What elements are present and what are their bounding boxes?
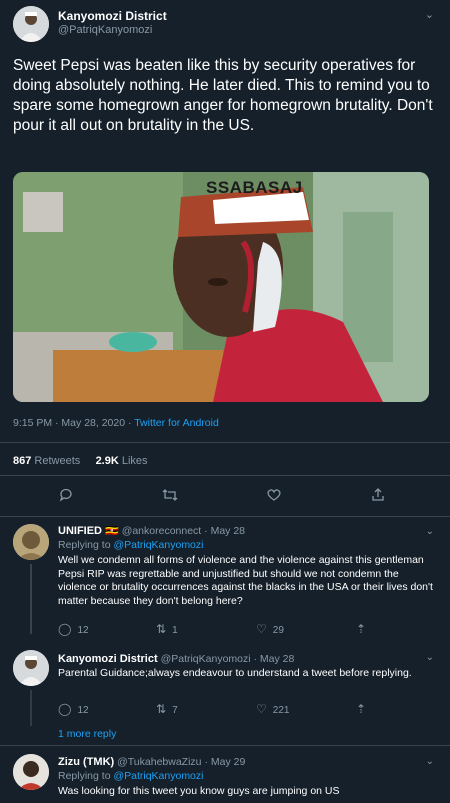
author-name[interactable]: Kanyomozi District [58, 9, 167, 23]
reply-avatar[interactable] [13, 754, 49, 790]
reply-author-handle[interactable]: @PatriqKanyomozi [161, 653, 251, 665]
tweet-meta: 9:15 PM · May 28, 2020 · Twitter for And… [13, 417, 219, 429]
divider [0, 475, 450, 476]
like-action[interactable]: ♡ 221 [256, 702, 289, 716]
divider [0, 442, 450, 443]
share-icon: ⇡ [356, 622, 367, 636]
replying-to: Replying to @PatriqKanyomozi [58, 770, 204, 782]
reply-header: UNIFIED 🇺🇬 @ankoreconnect · May 28 [58, 524, 245, 537]
cap-text: SSABASAJ [206, 178, 303, 197]
likes-stat[interactable]: 2.9K Likes [96, 455, 148, 467]
reply-avatar[interactable] [13, 650, 49, 686]
retweet-icon: ⇅ [156, 702, 167, 716]
share-action[interactable]: ⇡ [356, 702, 372, 716]
reply-date[interactable]: · May 28 [204, 525, 245, 537]
tweet-actions [0, 487, 450, 509]
retweet-icon: ⇅ [156, 622, 167, 636]
timestamp[interactable]: 9:15 PM · May 28, 2020 · [13, 417, 134, 429]
retweet-icon[interactable] [160, 487, 180, 507]
author-handle[interactable]: @PatriqKanyomozi [58, 24, 152, 36]
reply-text: Parental Guidance;always endeavour to un… [58, 667, 412, 679]
divider [0, 745, 450, 746]
author-avatar[interactable] [13, 6, 49, 42]
reply-header: Zizu (TMK) @TukahebwaZizu · May 29 [58, 756, 245, 768]
replying-to: Replying to @PatriqKanyomozi [58, 539, 204, 551]
share-icon: ⇡ [356, 702, 367, 716]
reply-header: Kanyomozi District @PatriqKanyomozi · Ma… [58, 653, 294, 665]
heart-icon[interactable] [264, 487, 284, 507]
divider [0, 516, 450, 517]
heart-icon: ♡ [256, 622, 267, 636]
like-action[interactable]: ♡ 29 [256, 622, 284, 636]
reply-author-handle[interactable]: @ankoreconnect [122, 525, 202, 537]
reply-text: Well we condemn all forms of violence an… [58, 554, 433, 607]
engagement-stats: 867 Retweets 2.9K Likes [13, 455, 148, 467]
reply-date[interactable]: · May 28 [254, 653, 295, 665]
share-icon[interactable] [368, 487, 388, 507]
reply-date[interactable]: · May 29 [204, 756, 245, 768]
reply-text: Was looking for this tweet you know guys… [58, 785, 340, 797]
thread-line [30, 690, 32, 726]
reply-avatar[interactable] [13, 524, 49, 560]
reply-author-name[interactable]: UNIFIED 🇺🇬 [58, 525, 119, 537]
source-link[interactable]: Twitter for Android [134, 417, 219, 429]
reply-author-name[interactable]: Zizu (TMK) [58, 756, 114, 768]
share-action[interactable]: ⇡ [356, 622, 372, 636]
reply-action[interactable]: ◯ 12 [58, 702, 89, 716]
replying-to-link[interactable]: @PatriqKanyomozi [113, 539, 203, 551]
reply-icon: ◯ [58, 622, 72, 636]
reply-icon: ◯ [58, 702, 72, 716]
tweet-text: Sweet Pepsi was beaten like this by secu… [13, 57, 433, 134]
tweet-photo[interactable]: SSABASAJ [13, 172, 429, 402]
thread-line [30, 564, 32, 634]
reply-author-handle[interactable]: @TukahebwaZizu [117, 756, 201, 768]
more-replies-link[interactable]: 1 more reply [58, 728, 116, 740]
heart-icon: ♡ [256, 702, 267, 716]
retweet-action[interactable]: ⇅ 7 [156, 702, 178, 716]
reply-author-name[interactable]: Kanyomozi District [58, 653, 158, 665]
retweets-stat[interactable]: 867 Retweets [13, 455, 80, 467]
chevron-down-icon[interactable]: ⌄ [426, 652, 434, 663]
chevron-down-icon[interactable]: ⌄ [426, 526, 434, 537]
chevron-down-icon[interactable]: ⌄ [426, 756, 434, 767]
retweet-action[interactable]: ⇅ 1 [156, 622, 178, 636]
chevron-down-icon[interactable]: ⌄ [425, 8, 434, 21]
replying-to-link[interactable]: @PatriqKanyomozi [113, 770, 203, 782]
reply-icon[interactable] [56, 487, 76, 507]
reply-action[interactable]: ◯ 12 [58, 622, 89, 636]
